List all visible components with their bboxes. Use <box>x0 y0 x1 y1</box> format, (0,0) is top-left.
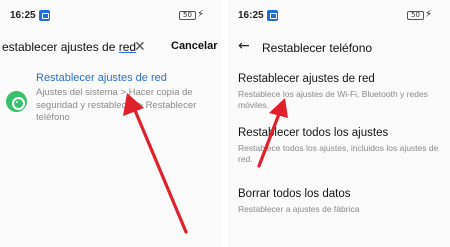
charging-icon: ⚡ <box>424 9 432 20</box>
option-reset-network[interactable]: Restablecer ajustes de red Restablece lo… <box>238 73 448 111</box>
option-erase-all-data[interactable]: Borrar todos los datos Restablecer a aju… <box>238 188 448 215</box>
cancel-button[interactable]: Cancelar <box>171 40 217 52</box>
search-input[interactable]: establecer ajustes de red <box>2 40 136 54</box>
option-title: Borrar todos los datos <box>238 188 351 200</box>
search-query-prefix: establecer ajustes de <box>2 40 119 54</box>
option-reset-all-settings[interactable]: Restablecer todos los ajustes Restablece… <box>238 127 448 165</box>
notification-icon <box>39 10 50 21</box>
clear-icon[interactable]: ✕ <box>134 39 146 55</box>
option-title: Restablecer ajustes de red <box>238 73 375 85</box>
status-bar: 16:25 50 ⚡ <box>0 0 222 30</box>
option-title: Restablecer todos los ajustes <box>238 127 389 139</box>
reset-phone-screen: 16:25 50 ⚡ ← Restablecer teléfono Restab… <box>228 0 450 247</box>
result-path: Ajustes del sistema > Hacer copia de seg… <box>36 87 197 123</box>
status-time: 16:25 <box>238 10 264 21</box>
search-screen: 16:25 50 ⚡ establecer ajustes de red ✕ C… <box>0 0 222 247</box>
status-time: 16:25 <box>10 10 36 21</box>
option-description: Restablece todos los ajustes, incluidos … <box>238 143 439 164</box>
page-title: Restablecer teléfono <box>262 41 373 55</box>
option-description: Restablecer a ajustes de fábrica <box>238 204 360 214</box>
option-description: Restablece los ajustes de Wi-Fi, Bluetoo… <box>238 89 428 110</box>
app-header: ← Restablecer teléfono <box>228 38 450 58</box>
search-bar[interactable]: establecer ajustes de red ✕ Cancelar <box>0 36 222 60</box>
charging-icon: ⚡ <box>196 9 204 20</box>
notification-icon <box>267 10 278 21</box>
result-title: Restablecer ajustes de red <box>36 72 167 84</box>
back-icon[interactable]: ← <box>238 38 250 54</box>
battery-indicator: 50 <box>407 11 424 20</box>
status-bar: 16:25 50 ⚡ <box>228 0 450 30</box>
settings-icon <box>6 91 27 112</box>
battery-indicator: 50 <box>179 11 196 20</box>
search-result-item[interactable]: Restablecer ajustes de red Ajustes del s… <box>0 70 222 130</box>
